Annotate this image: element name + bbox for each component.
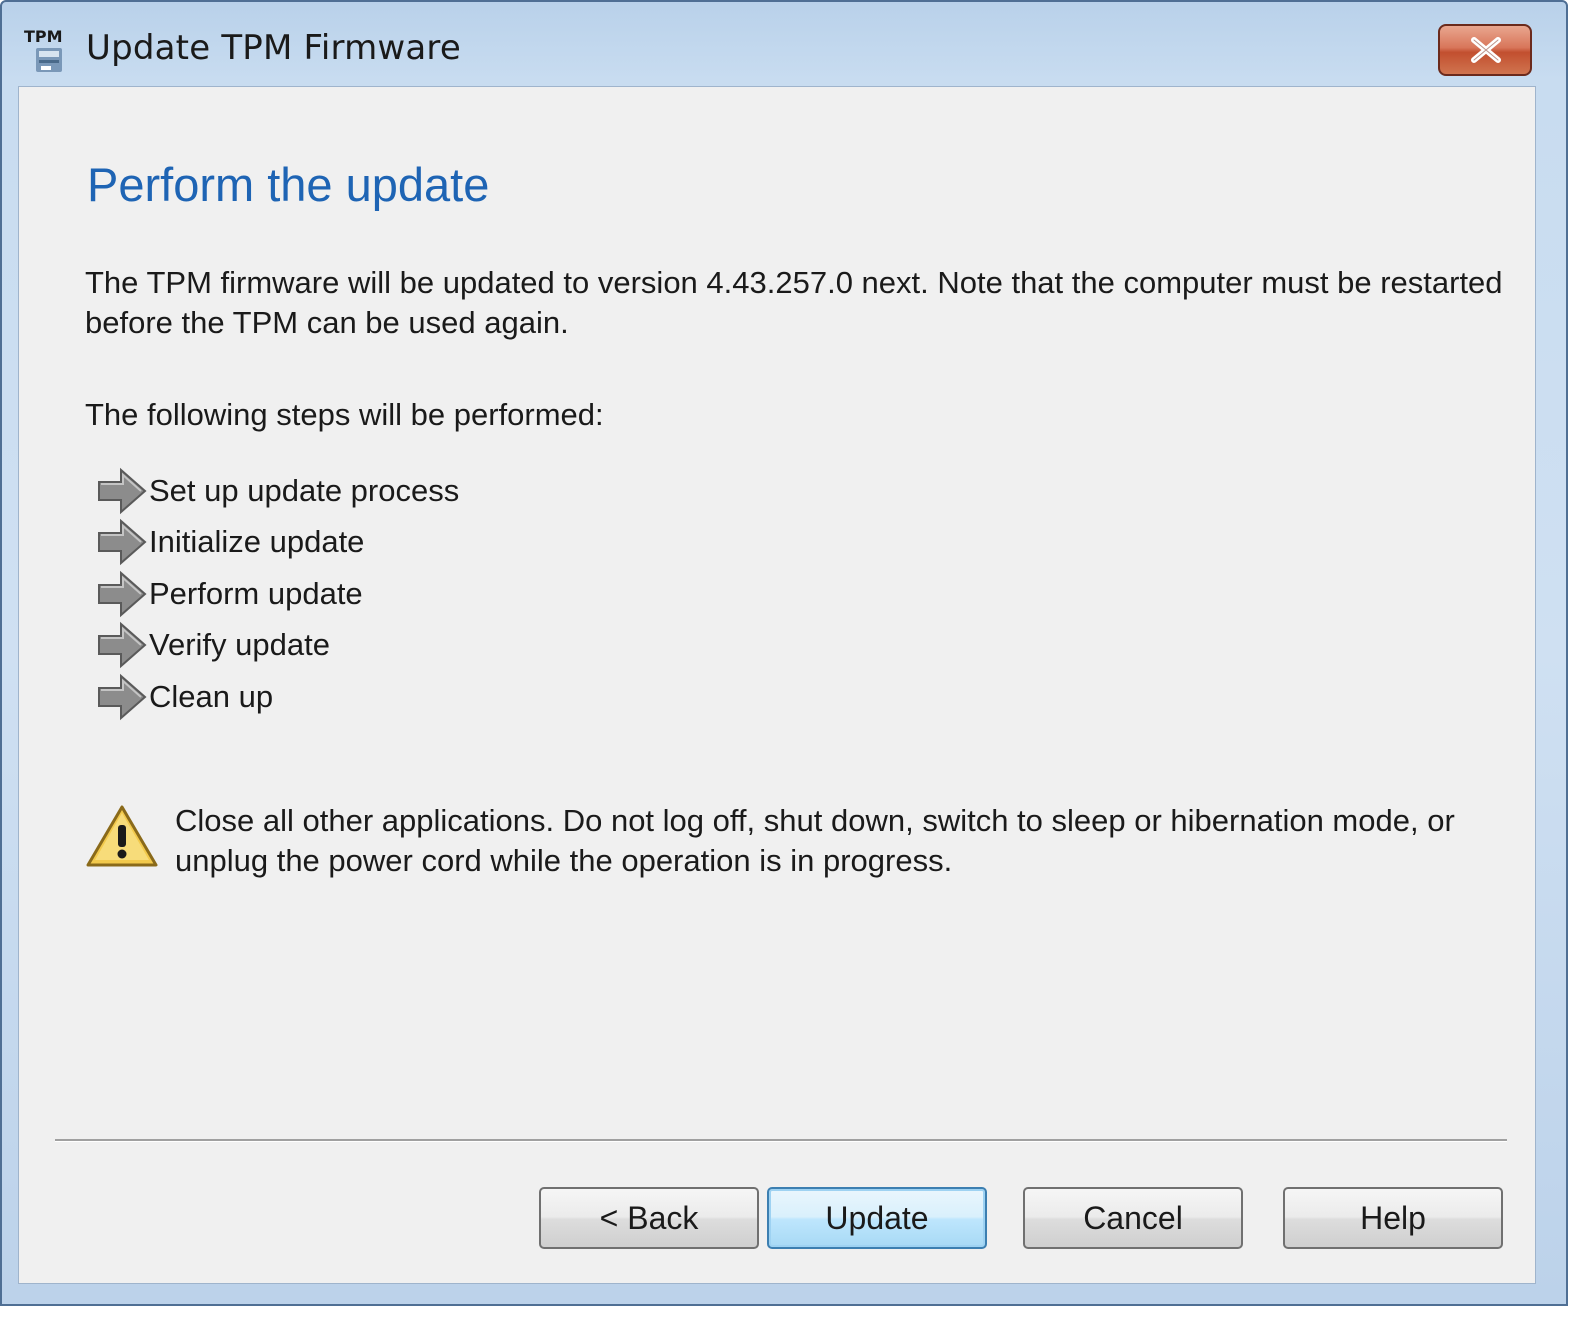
cancel-button[interactable]: Cancel — [1023, 1187, 1243, 1249]
step-item: Set up update process — [97, 465, 459, 517]
window-title: Update TPM Firmware — [86, 28, 461, 68]
close-button[interactable] — [1438, 24, 1532, 76]
separator — [55, 1139, 1507, 1142]
step-item: Clean up — [97, 671, 459, 723]
step-label: Verify update — [149, 627, 330, 663]
title-bar[interactable]: TPM Update TPM Firmware — [2, 2, 1566, 86]
step-label: Initialize update — [149, 524, 365, 560]
step-label: Perform update — [149, 575, 363, 611]
tpm-app-icon: TPM — [24, 27, 63, 72]
dialog-window: TPM Update TPM Firmware Perform the upda… — [0, 0, 1568, 1306]
dialog-content: Perform the update The TPM firmware will… — [18, 86, 1536, 1284]
warning-icon — [86, 805, 158, 867]
arrow-right-icon — [98, 622, 147, 669]
step-label: Clean up — [149, 678, 274, 714]
step-item: Perform update — [97, 568, 459, 620]
step-label: Set up update process — [149, 472, 460, 508]
arrow-right-icon — [98, 570, 147, 617]
warning-text: Close all other applications. Do not log… — [175, 803, 1455, 878]
help-button[interactable]: Help — [1283, 1187, 1503, 1249]
close-icon — [1471, 37, 1501, 63]
step-item: Initialize update — [97, 517, 459, 569]
update-button[interactable]: Update — [767, 1187, 987, 1249]
steps-intro-text: The following steps will be performed: — [85, 397, 604, 432]
steps-list: Set up update process Initialize update … — [97, 465, 459, 723]
arrow-right-icon — [98, 519, 147, 566]
back-button[interactable]: < Back — [539, 1187, 759, 1249]
tpm-icon-text: TPM — [24, 27, 63, 46]
arrow-right-icon — [98, 673, 147, 720]
description-text: The TPM firmware will be updated to vers… — [85, 265, 1503, 340]
page-title: Perform the update — [87, 158, 490, 211]
step-item: Verify update — [97, 620, 459, 672]
arrow-right-icon — [98, 467, 147, 514]
